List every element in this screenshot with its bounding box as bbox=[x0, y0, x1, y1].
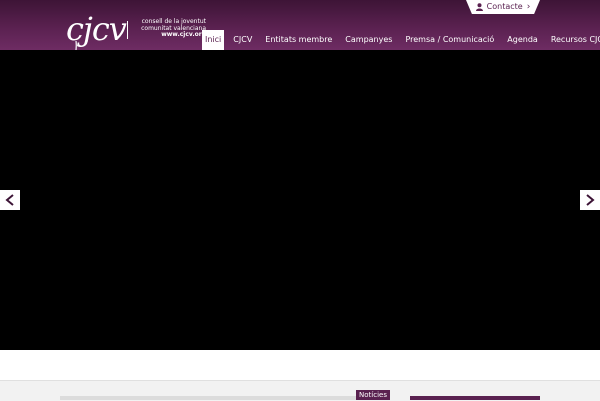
logo-divider bbox=[127, 21, 128, 39]
nav-item-premsa-comunicacio[interactable]: Premsa / Comunicació bbox=[401, 30, 498, 50]
arrow-left-icon bbox=[5, 194, 14, 206]
news-panel bbox=[60, 396, 390, 400]
side-panel-header bbox=[410, 396, 540, 400]
contact-label: Contacte bbox=[486, 2, 523, 11]
nav-item-entitats-membre[interactable]: Entitats membre bbox=[261, 30, 336, 50]
slider-prev-button[interactable] bbox=[0, 190, 20, 210]
main-nav: Inici CJCV Entitats membre Campanyes Pre… bbox=[202, 30, 600, 50]
chevron-right-icon: › bbox=[526, 2, 531, 12]
news-tab[interactable]: Notícies bbox=[356, 390, 390, 400]
arrow-right-icon bbox=[586, 194, 595, 206]
nav-item-agenda[interactable]: Agenda bbox=[503, 30, 542, 50]
logo-text: consell de la joventut comunitat valenci… bbox=[132, 18, 206, 39]
slider-next-button[interactable] bbox=[580, 190, 600, 210]
site-header: cjcv consell de la joventut comunitat va… bbox=[0, 0, 600, 65]
contact-button[interactable]: Contacte › bbox=[466, 0, 540, 14]
nav-item-cjcv[interactable]: CJCV bbox=[229, 30, 256, 50]
hero-slider bbox=[0, 50, 600, 350]
nav-item-recursos-cjcv[interactable]: Recursos CJCV bbox=[547, 30, 600, 50]
nav-item-inici[interactable]: Inici bbox=[202, 30, 225, 50]
logo-url: www.cjcv.org bbox=[161, 31, 206, 39]
user-icon bbox=[475, 3, 483, 11]
nav-item-campanyes[interactable]: Campanyes bbox=[341, 30, 396, 50]
